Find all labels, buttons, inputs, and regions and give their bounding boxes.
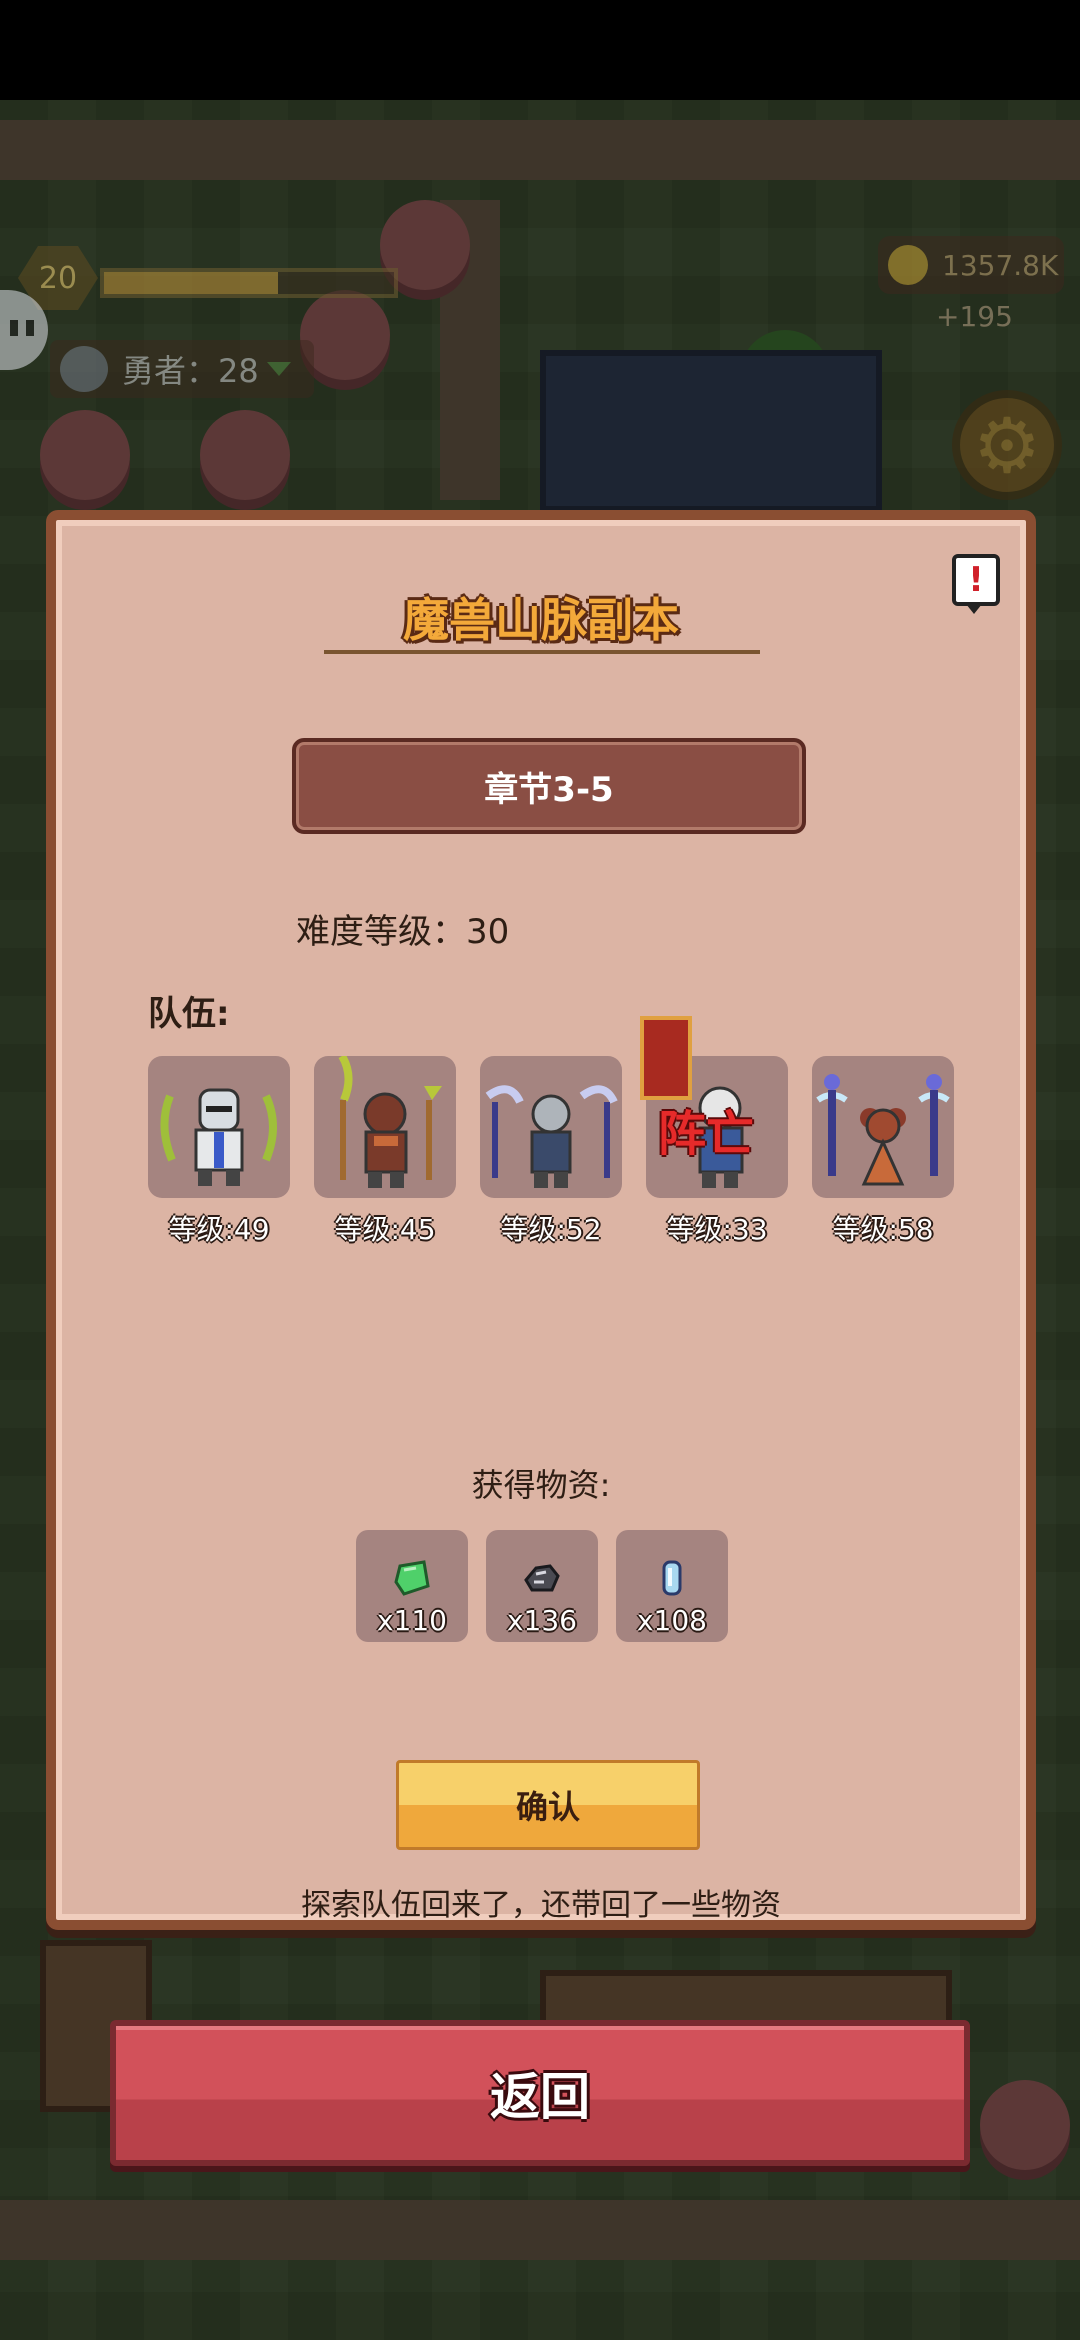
back-button[interactable]: 返回 <box>110 2020 970 2166</box>
title-underline <box>324 650 760 654</box>
confirm-label: 确认 <box>515 1788 580 1826</box>
gold-gain: +195 <box>936 300 1013 333</box>
heroes-count[interactable]: 勇者：28 <box>50 340 314 398</box>
dialog-title: 魔兽山脉副本 <box>403 593 679 647</box>
chapter-banner: 章节3-5 <box>292 738 806 834</box>
difficulty-level: 难度等级：30 <box>296 912 510 952</box>
reward-count: x136 <box>506 1604 577 1637</box>
crystal-icon <box>662 1560 682 1596</box>
reward-item[interactable]: x110 <box>356 1530 468 1642</box>
hero-level: 等级:52 <box>500 1213 602 1246</box>
reward-count: x108 <box>636 1604 707 1637</box>
hero-portrait: 阵亡 <box>640 1016 788 1198</box>
hero-level: 等级:33 <box>666 1213 768 1246</box>
hero-avatar-icon <box>60 346 108 392</box>
team-member[interactable]: 阵亡 等级:33 <box>640 1016 788 1252</box>
confirm-button[interactable]: 确认 <box>396 1760 700 1850</box>
hero-level: 等级:45 <box>334 1213 436 1246</box>
hero-portrait <box>480 1056 622 1198</box>
result-message: 探索队伍回来了，还带回了一些物资 <box>301 1888 781 1923</box>
rewards-label: 获得物资: <box>471 1466 611 1504</box>
hero-level: 等级:49 <box>168 1213 270 1246</box>
hero-portrait <box>812 1056 954 1198</box>
back-label: 返回 <box>490 2068 590 2126</box>
team-member[interactable]: 等级:58 <box>812 1056 954 1252</box>
player-level: 20 <box>38 260 78 296</box>
team-member[interactable]: 等级:52 <box>480 1056 622 1252</box>
gold-amount: 1357.8K <box>942 248 1059 282</box>
reward-item[interactable]: x136 <box>486 1530 598 1642</box>
mage-hero-icon <box>816 1074 950 1186</box>
heroes-label: 勇者：28 <box>122 352 259 390</box>
settings-gear-icon[interactable]: ⚙ <box>952 390 1062 500</box>
team-list: 等级:49 等级:45 等级:52 阵亡 等级:33 等级:58 <box>148 1016 968 1256</box>
exp-bar <box>100 268 398 298</box>
reward-count: x110 <box>376 1604 447 1637</box>
dungeon-result-dialog: 魔兽山脉副本 ! 章节3-5 难度等级：30 队伍: 等级:49 等级:45 等… <box>46 510 1036 1930</box>
green-gem-icon <box>394 1560 430 1596</box>
knight-hero-icon <box>160 1088 277 1186</box>
iron-ore-icon <box>524 1564 560 1592</box>
gold-counter: 1357.8K <box>878 236 1064 294</box>
chapter-label: 章节3-5 <box>484 769 614 810</box>
warrior-hero-icon <box>338 1056 442 1188</box>
team-member[interactable]: 等级:49 <box>148 1056 290 1252</box>
dropdown-arrow-icon <box>266 362 291 376</box>
hero-level: 等级:58 <box>832 1213 934 1246</box>
hero-portrait <box>314 1056 456 1198</box>
team-member[interactable]: 等级:45 <box>314 1056 456 1252</box>
gold-coin-icon <box>888 245 928 285</box>
fallen-status: 阵亡 <box>658 1106 755 1162</box>
scythe-hero-icon <box>485 1085 618 1188</box>
exp-bar-fill <box>104 272 278 294</box>
alert-info-icon[interactable]: ! <box>952 554 1000 614</box>
reward-item[interactable]: x108 <box>616 1530 728 1642</box>
rewards-list: x110 x136 x108 <box>356 1530 756 1650</box>
team-label: 队伍: <box>148 994 230 1034</box>
hero-portrait <box>148 1056 290 1198</box>
